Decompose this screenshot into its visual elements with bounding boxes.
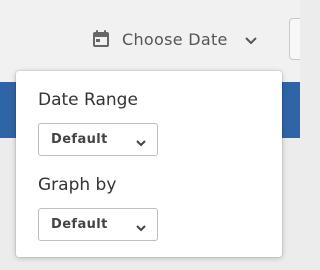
graph-by-select[interactable]: Default: [38, 208, 158, 241]
date-options-popover: Date Range Default Graph by Default: [16, 71, 282, 257]
graph-by-value: Default: [51, 217, 108, 232]
date-range-value: Default: [51, 132, 108, 147]
graph-by-label: Graph by: [38, 175, 117, 195]
chevron-down-icon: [244, 32, 258, 46]
choose-date-button[interactable]: Choose Date: [90, 26, 258, 52]
date-range-select[interactable]: Default: [38, 123, 158, 156]
calendar-icon: [90, 28, 112, 50]
choose-date-label: Choose Date: [122, 29, 228, 49]
date-range-label: Date Range: [38, 90, 138, 110]
toolbar-control[interactable]: [289, 18, 300, 60]
page: Choose Date Date Range Default Graph by …: [0, 0, 300, 270]
chevron-down-icon: [135, 134, 147, 146]
chevron-down-icon: [135, 219, 147, 231]
